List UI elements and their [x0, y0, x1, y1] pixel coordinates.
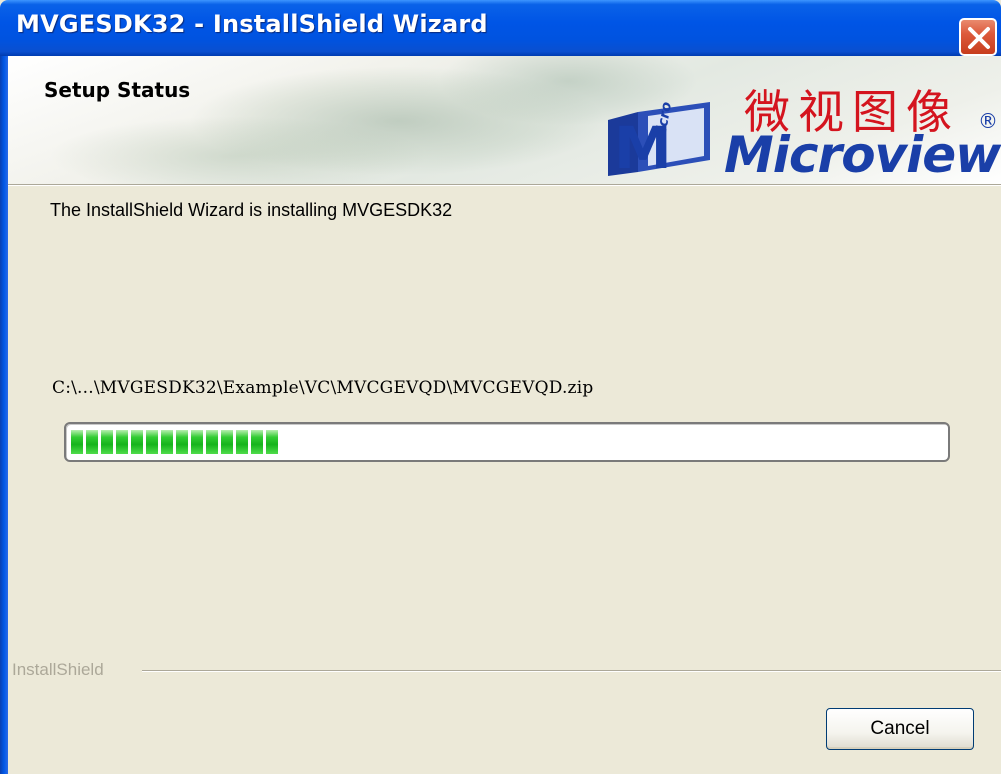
- header-background-art: [48, 116, 428, 184]
- microview-logo-icon: M icro view: [608, 60, 718, 182]
- page-title: Setup Status: [44, 78, 191, 102]
- logo-english-text: Microview: [724, 126, 1001, 184]
- wizard-header: Setup Status M icro view 微视图像 ® Microvie…: [8, 56, 1001, 184]
- header-divider: [8, 185, 1001, 186]
- window-title: MVGESDK32 - InstallShield Wizard: [16, 10, 488, 38]
- current-file-path: C:\...\MVGESDK32\Example\VC\MVCGEVQD\MVC…: [52, 378, 594, 398]
- progress-segment: [176, 430, 188, 454]
- progress-segment: [251, 430, 263, 454]
- progress-segment: [266, 430, 278, 454]
- title-bar[interactable]: MVGESDK32 - InstallShield Wizard: [0, 0, 1001, 56]
- progress-fill: [71, 430, 278, 454]
- progress-segment: [191, 430, 203, 454]
- status-message: The InstallShield Wizard is installing M…: [50, 200, 453, 220]
- progress-segment: [206, 430, 218, 454]
- close-icon: [968, 27, 990, 49]
- window-frame-left: [0, 56, 8, 774]
- progress-segment: [221, 430, 233, 454]
- progress-segment: [131, 430, 143, 454]
- progress-segment: [116, 430, 128, 454]
- progress-segment: [101, 430, 113, 454]
- install-progress-bar: [64, 422, 950, 462]
- close-button[interactable]: [959, 18, 997, 56]
- cancel-button[interactable]: Cancel: [826, 708, 974, 750]
- installshield-brand-label: InstallShield: [12, 660, 104, 679]
- progress-segment: [71, 430, 83, 454]
- progress-segment: [236, 430, 248, 454]
- progress-segment: [161, 430, 173, 454]
- progress-segment: [86, 430, 98, 454]
- progress-segment: [146, 430, 158, 454]
- footer-divider: [142, 671, 1001, 672]
